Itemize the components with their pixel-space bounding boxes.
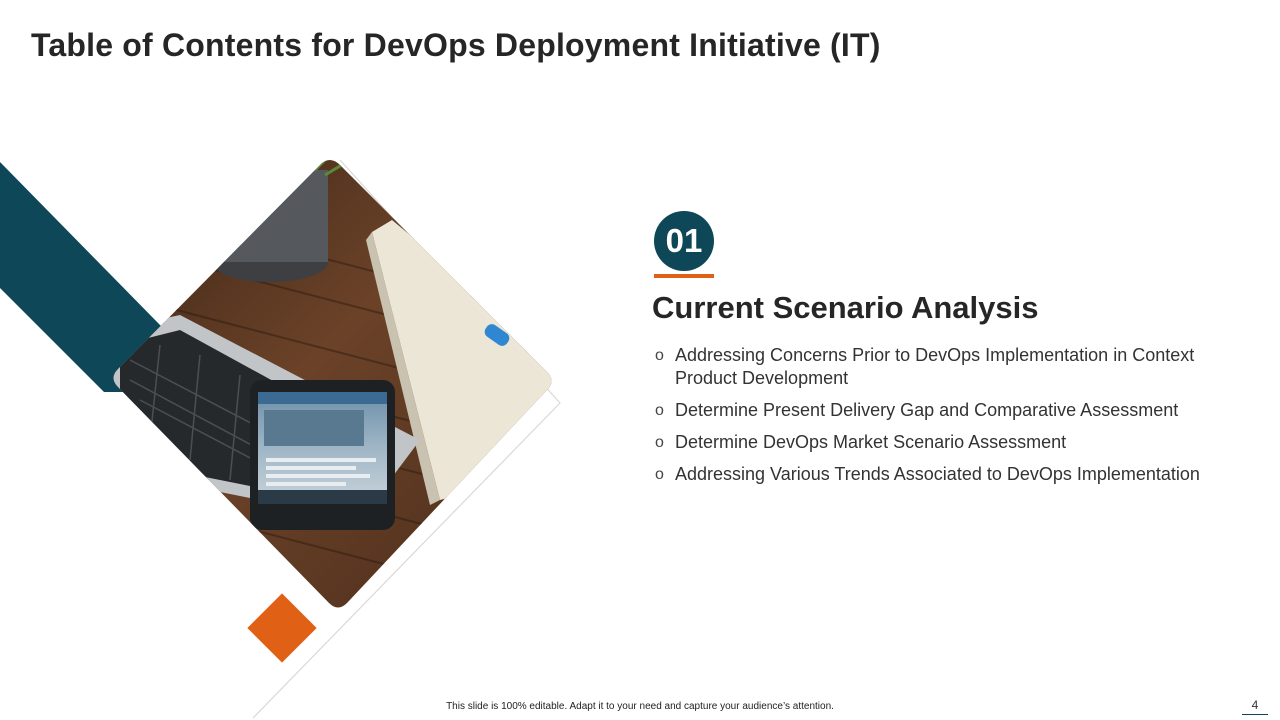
bullet-circle-icon: o [655, 434, 664, 451]
list-item: o Addressing Various Trends Associated t… [655, 463, 1245, 486]
list-item-text: Addressing Various Trends Associated to … [675, 464, 1200, 484]
list-item-text: Determine DevOps Market Scenario Assessm… [675, 432, 1067, 452]
list-item: o Determine DevOps Market Scenario Asses… [655, 431, 1245, 454]
bullet-circle-icon: o [655, 466, 664, 483]
section-number-underline [654, 274, 714, 278]
footer-note: This slide is 100% editable. Adapt it to… [446, 701, 834, 712]
list-item-text: Determine Present Delivery Gap and Compa… [675, 400, 1179, 420]
list-item-text: Addressing Concerns Prior to DevOps Impl… [675, 345, 1195, 388]
section-heading: Current Scenario Analysis [652, 290, 1039, 325]
section-number-badge: 01 [654, 211, 714, 271]
decorative-artwork [0, 159, 561, 719]
section-bullet-list: o Addressing Concerns Prior to DevOps Im… [655, 344, 1245, 495]
list-item: o Addressing Concerns Prior to DevOps Im… [655, 344, 1245, 390]
workspace-photo [113, 159, 552, 608]
orange-diamond [247, 593, 317, 663]
bullet-circle-icon: o [655, 402, 664, 419]
bullet-circle-icon: o [655, 347, 664, 364]
list-item: o Determine Present Delivery Gap and Com… [655, 399, 1245, 422]
page-number: 4 [1242, 698, 1268, 715]
